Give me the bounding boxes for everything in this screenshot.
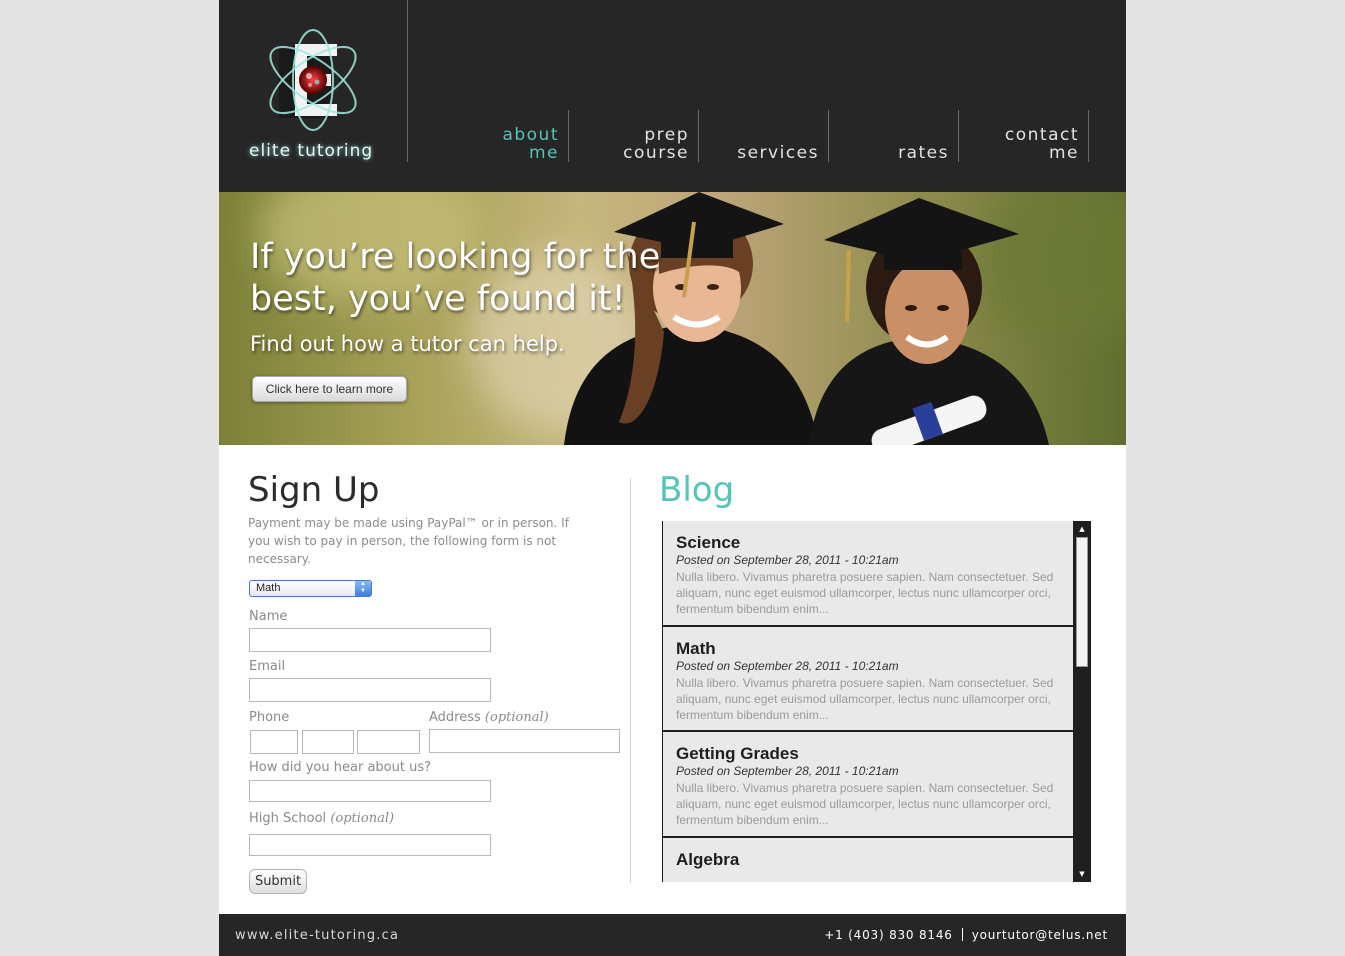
site-footer: www.elite-tutoring.ca +1 (403) 830 8146 y…: [219, 914, 1126, 956]
hear-about-field[interactable]: [249, 780, 491, 802]
signup-title: Sign Up: [248, 470, 380, 510]
phone-area-code-field[interactable]: [250, 730, 298, 754]
logo-text: elite tutoring: [249, 141, 374, 161]
nav-rates-label: rates: [898, 143, 949, 163]
blog-post[interactable]: Math Posted on September 28, 2011 - 10:2…: [663, 627, 1073, 730]
blog-list[interactable]: Science Posted on September 28, 2011 - 1…: [663, 521, 1073, 882]
email-label: Email: [249, 659, 286, 674]
hero-title: If you’re looking for the best, you’ve f…: [250, 237, 661, 319]
subject-select-value: Math: [256, 582, 281, 594]
footer-site-link[interactable]: www.elite-tutoring.ca: [235, 928, 399, 943]
learn-more-button[interactable]: Click here to learn more: [252, 376, 407, 402]
blog-post-title[interactable]: Getting Grades: [676, 744, 799, 764]
blog-post-meta: Posted on September 28, 2011 - 10:21am: [676, 764, 899, 778]
blog-post[interactable]: Getting Grades Posted on September 28, 2…: [663, 732, 1073, 836]
blog-scrollbar[interactable]: ▲ ▼: [1074, 521, 1090, 882]
blog-post-meta: Posted on September 28, 2011 - 10:21am: [676, 659, 899, 673]
blog-post-excerpt: Nulla libero. Vivamus pharetra posuere s…: [676, 676, 1054, 722]
submit-button[interactable]: Submit: [249, 869, 307, 894]
address-label: Address (optional): [429, 710, 549, 725]
nav-prep-course-label: prep course: [623, 125, 689, 163]
nav-services[interactable]: services: [699, 110, 829, 162]
address-field[interactable]: [429, 729, 620, 753]
signup-note: Payment may be made using PayPal™ or in …: [248, 516, 569, 566]
nav-contact-me[interactable]: contact me: [959, 110, 1089, 162]
select-arrows-icon: ▲ ▼: [355, 581, 371, 596]
blog-post[interactable]: Science Posted on September 28, 2011 - 1…: [663, 521, 1073, 625]
footer-contact: +1 (403) 830 8146 yourtutor@telus.net: [824, 928, 1108, 942]
nav-contact-me-label: contact me: [1004, 125, 1079, 163]
address-optional-text: (optional): [484, 710, 549, 725]
blog-post-title[interactable]: Math: [676, 639, 716, 659]
page: elite tutoring about me prep course serv…: [219, 0, 1126, 956]
address-label-text: Address: [429, 710, 481, 725]
nav-prep-course[interactable]: prep course: [569, 110, 699, 162]
email-field[interactable]: [249, 678, 491, 702]
footer-separator: [961, 928, 963, 941]
blog-title: Blog: [659, 470, 735, 510]
nav-about-me[interactable]: about me: [498, 110, 569, 162]
nav-services-label: services: [737, 143, 819, 163]
blog-post-title[interactable]: Algebra: [676, 850, 739, 870]
school-optional-text: (optional): [330, 811, 395, 826]
name-field[interactable]: [249, 628, 491, 652]
site-header: elite tutoring about me prep course serv…: [219, 0, 1126, 192]
name-label: Name: [249, 609, 288, 624]
school-label-text: High School: [249, 811, 327, 826]
nav-about-me-label: about me: [502, 125, 559, 163]
blog-panel: Science Posted on September 28, 2011 - 1…: [662, 521, 1091, 882]
blog-post-meta: Posted on September 28, 2011 - 10:21am: [676, 553, 899, 567]
blog-post[interactable]: Algebra: [663, 838, 1073, 882]
hear-label: How did you hear about us?: [249, 760, 431, 775]
scroll-down-icon[interactable]: ▼: [1076, 868, 1088, 880]
phone-line-field[interactable]: [357, 730, 420, 754]
blog-post-title[interactable]: Science: [676, 533, 740, 553]
hero-subtitle: Find out how a tutor can help.: [250, 332, 565, 356]
hero-banner: If you’re looking for the best, you’ve f…: [219, 192, 1126, 445]
footer-phone: +1 (403) 830 8146: [824, 928, 953, 942]
scrollbar-thumb[interactable]: [1076, 537, 1088, 667]
phone-prefix-field[interactable]: [302, 730, 354, 754]
atom-e-logo-icon: [269, 29, 357, 131]
footer-email[interactable]: yourtutor@telus.net: [972, 928, 1108, 942]
column-divider: [630, 478, 631, 883]
blog-post-excerpt: Nulla libero. Vivamus pharetra posuere s…: [676, 570, 1054, 616]
school-label: High School (optional): [249, 811, 394, 826]
subject-select[interactable]: Math ▲ ▼: [249, 580, 372, 597]
blog-post-excerpt: Nulla libero. Vivamus pharetra posuere s…: [676, 781, 1054, 827]
high-school-field[interactable]: [249, 834, 491, 856]
nav-rates[interactable]: rates: [829, 110, 959, 162]
scroll-up-icon[interactable]: ▲: [1076, 523, 1088, 535]
phone-label: Phone: [249, 710, 290, 725]
header-divider: [407, 0, 408, 162]
